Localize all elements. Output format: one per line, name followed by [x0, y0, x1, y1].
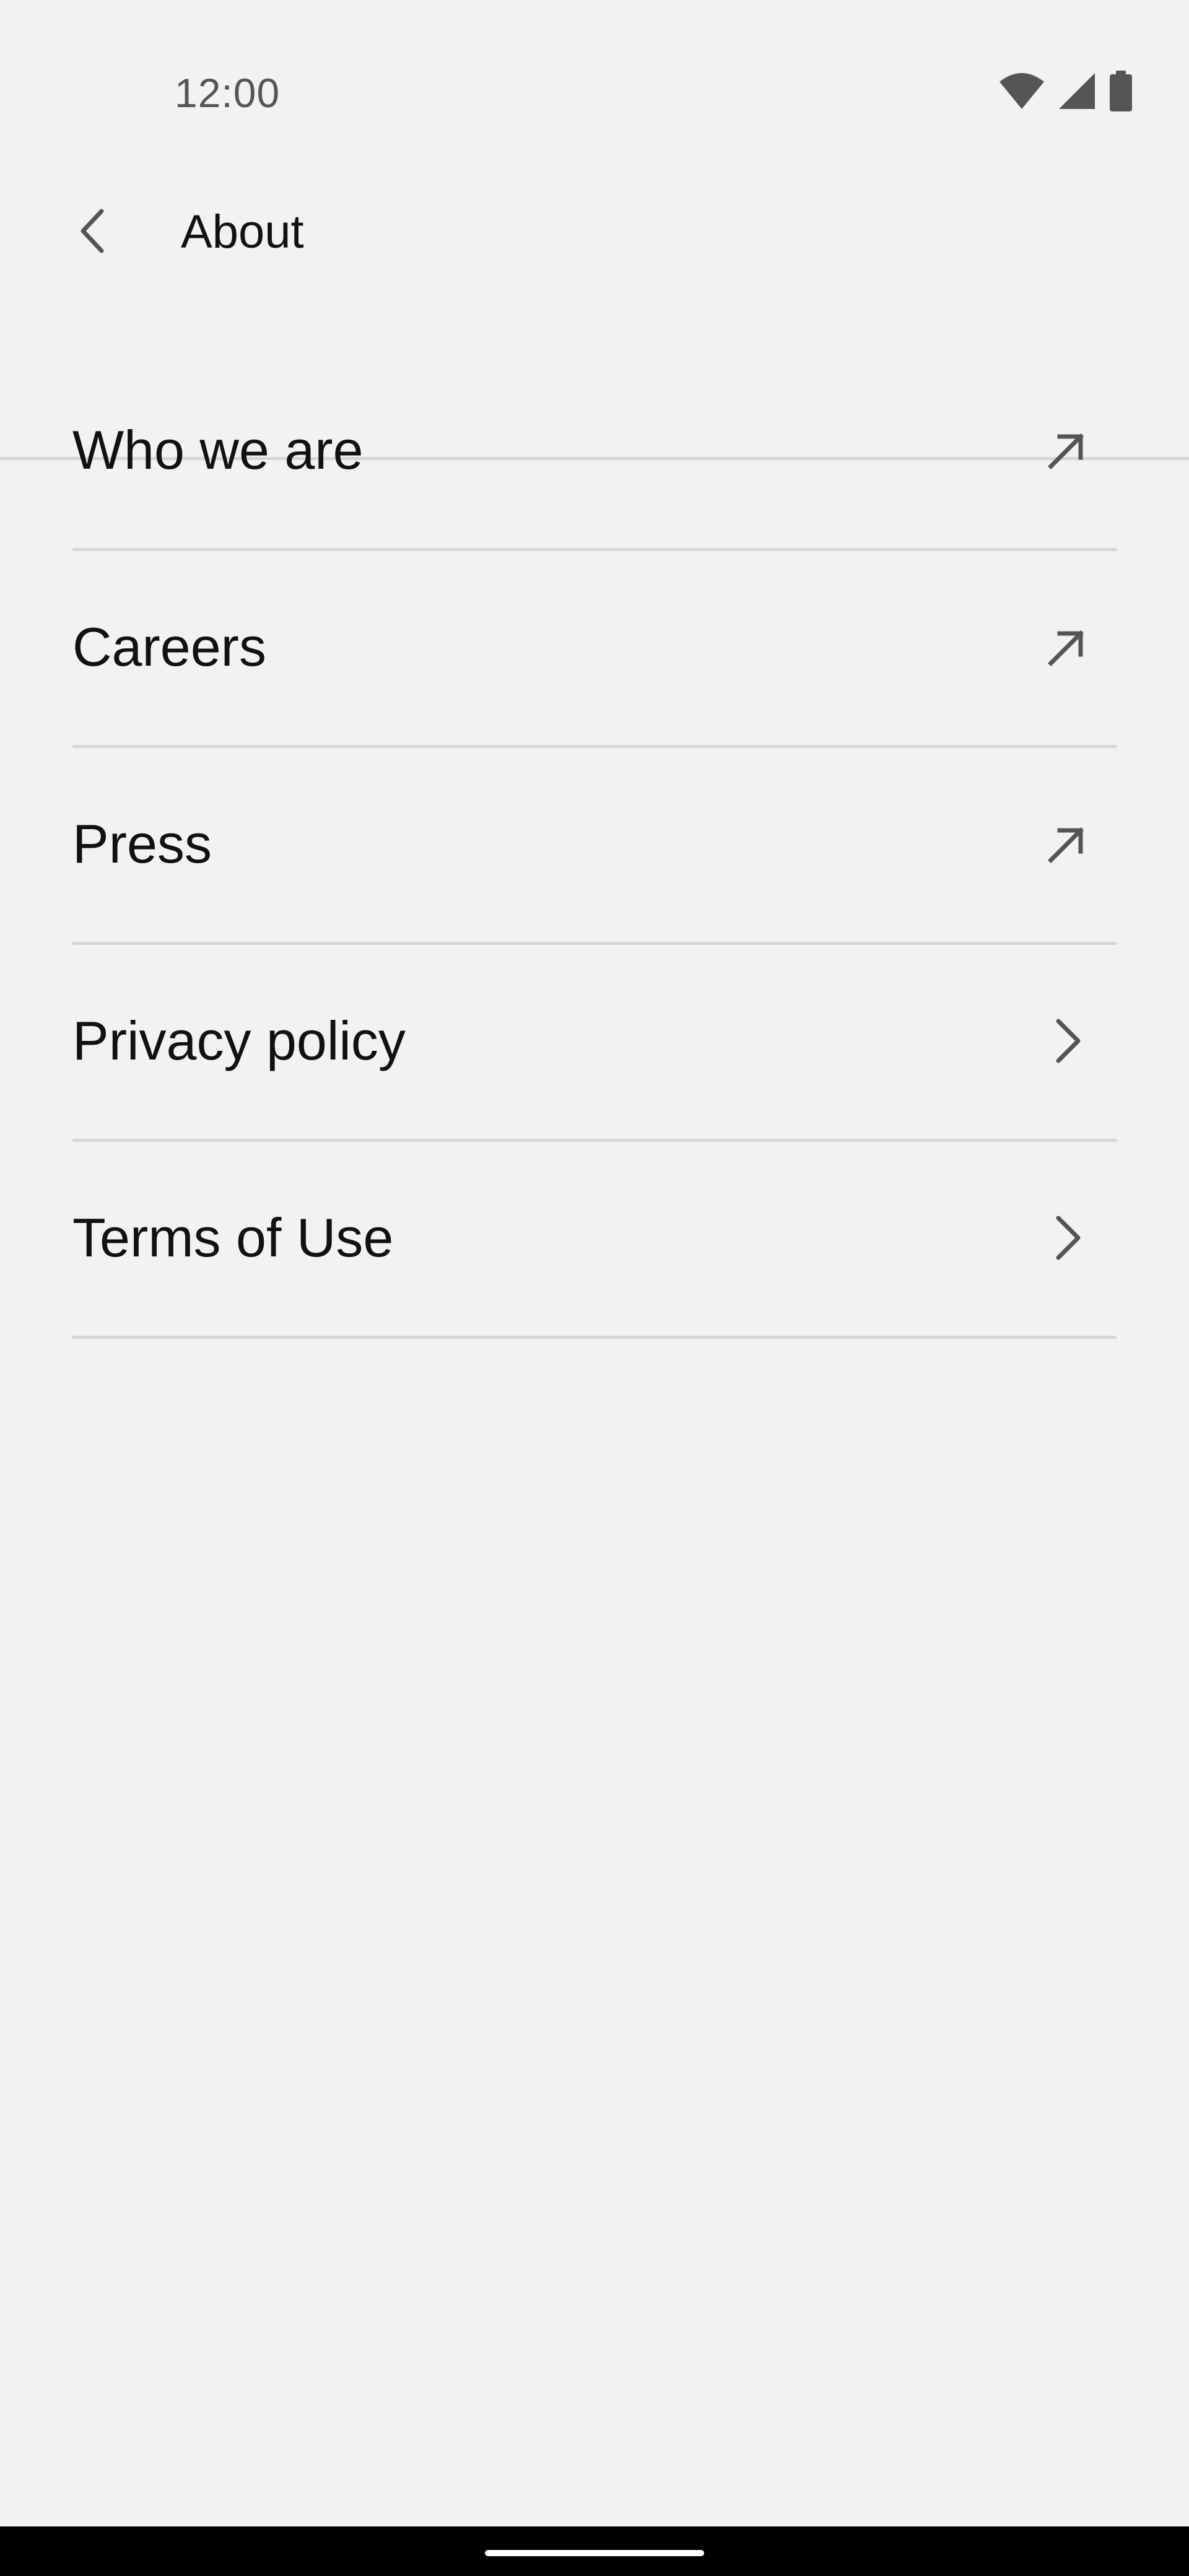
chevron-right-icon [1042, 1016, 1092, 1066]
menu-list: Who we are Careers Press Privacy policy [72, 354, 1117, 1339]
menu-item-label: Privacy policy [72, 1010, 406, 1071]
external-link-arrow-icon [1042, 425, 1092, 475]
menu-item-label: Press [72, 813, 212, 874]
home-gesture-handle[interactable] [485, 2550, 704, 2556]
menu-item-press[interactable]: Press [72, 748, 1117, 945]
external-link-arrow-icon [1042, 622, 1092, 672]
menu-item-label: Who we are [72, 419, 364, 481]
wifi-icon [998, 72, 1045, 110]
menu-item-privacy-policy[interactable]: Privacy policy [72, 945, 1117, 1142]
menu-item-terms-of-use[interactable]: Terms of Use [72, 1142, 1117, 1339]
menu-item-label: Careers [72, 616, 266, 677]
menu-item-label: Terms of Use [72, 1207, 394, 1268]
menu-item-careers[interactable]: Careers [72, 551, 1117, 748]
external-link-arrow-icon [1042, 819, 1092, 869]
chevron-left-icon [74, 206, 111, 259]
menu-item-who-we-are[interactable]: Who we are [72, 354, 1117, 551]
status-bar: 12:00 [0, 0, 1189, 142]
signal-icon [1058, 72, 1096, 110]
status-time: 12:00 [175, 70, 281, 116]
battery-icon [1108, 71, 1133, 111]
back-button[interactable] [56, 195, 130, 269]
page-title: About [181, 206, 304, 258]
navigation-bar [0, 2526, 1189, 2576]
app-bar: About [0, 142, 1189, 460]
status-icons [998, 69, 1133, 113]
chevron-right-icon [1042, 1213, 1092, 1263]
